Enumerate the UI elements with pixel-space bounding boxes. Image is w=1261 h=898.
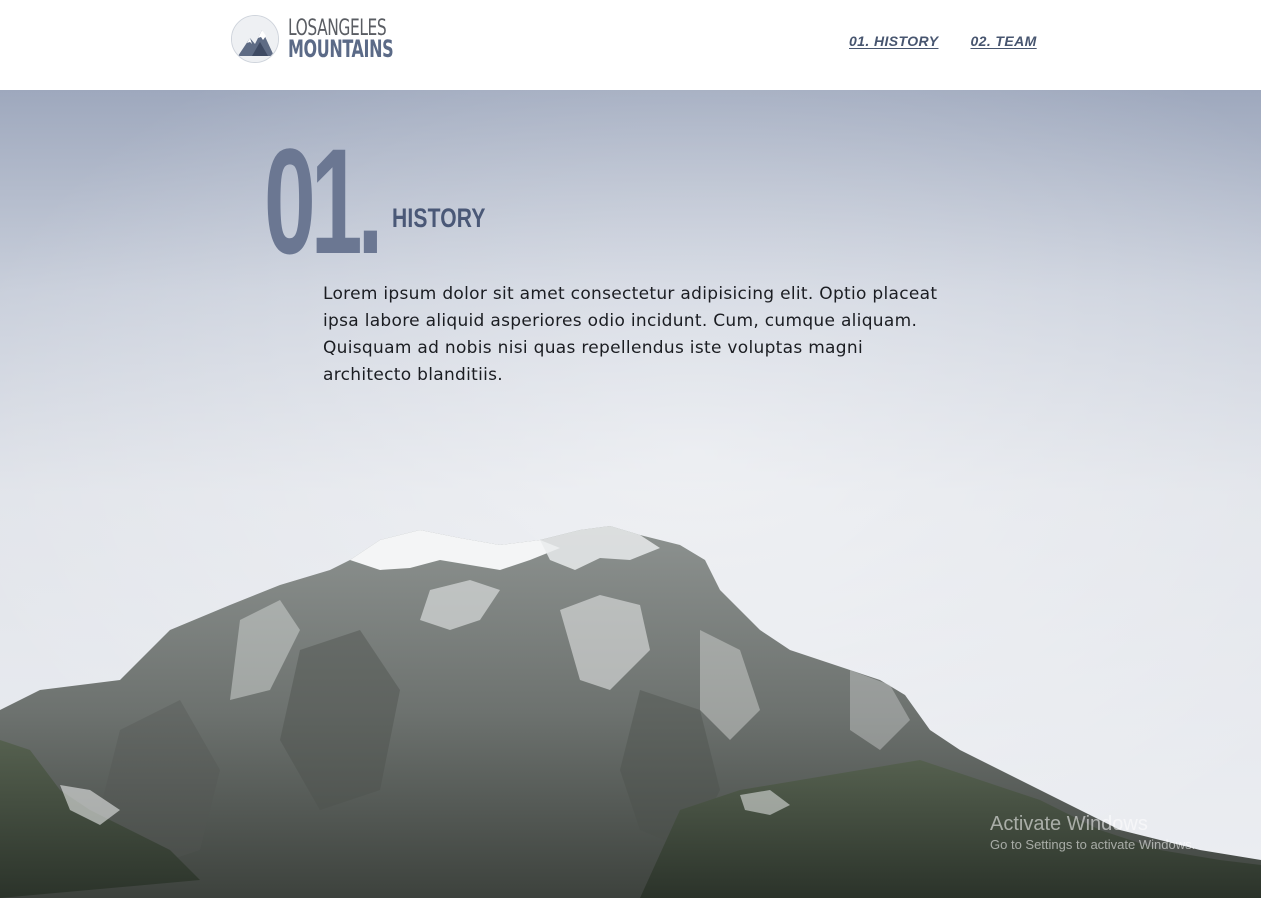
mountain-logo-icon [231, 15, 279, 63]
main-nav: 01. HISTORY 02. TEAM [849, 33, 1037, 49]
mountain-background-image [0, 90, 1261, 898]
nav-link-history[interactable]: 01. HISTORY [849, 33, 938, 49]
logo-line-2: MOUNTAINS [288, 35, 394, 63]
nav-link-team[interactable]: 02. TEAM [970, 33, 1036, 49]
section-title: HISTORY [392, 203, 486, 233]
logo[interactable]: LOSANGELES MOUNTAINS [231, 14, 430, 64]
history-section: 01. HISTORY Lorem ipsum dolor sit amet c… [0, 90, 1261, 898]
logo-text: LOSANGELES MOUNTAINS [288, 18, 430, 63]
activation-watermark: Activate Windows Go to Settings to activ… [990, 812, 1195, 854]
section-body-text: Lorem ipsum dolor sit amet consectetur a… [323, 284, 938, 385]
site-header: LOSANGELES MOUNTAINS 01. HISTORY 02. TEA… [0, 0, 1261, 90]
watermark-title: Activate Windows [990, 813, 1148, 835]
section-number: 01. [264, 117, 383, 285]
page: LOSANGELES MOUNTAINS 01. HISTORY 02. TEA… [0, 0, 1261, 898]
watermark-subtitle: Go to Settings to activate Windows. [990, 837, 1196, 852]
